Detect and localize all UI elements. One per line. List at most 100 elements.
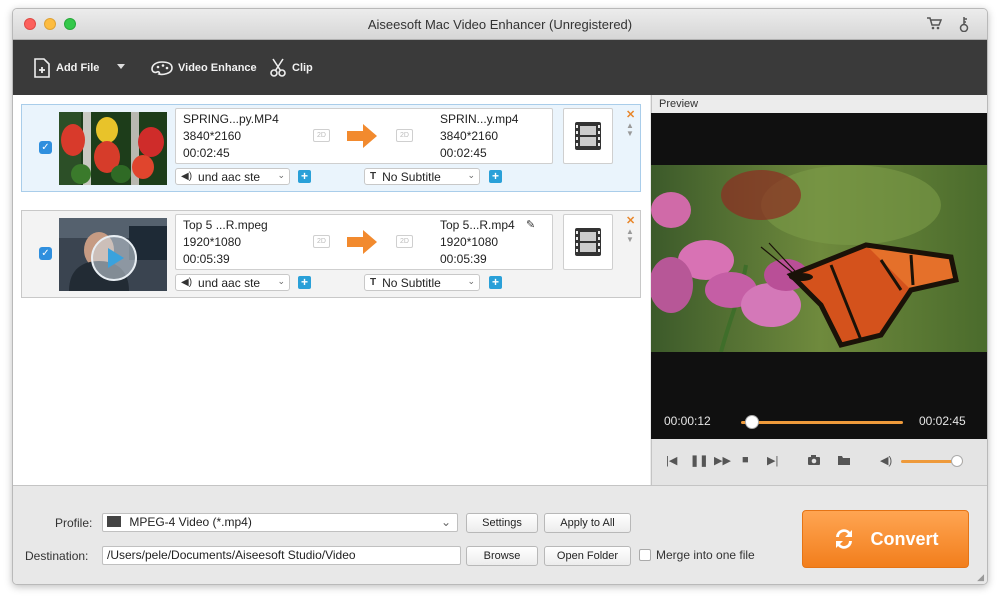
profile-label: Profile:	[55, 516, 93, 530]
fast-forward-icon[interactable]: ▶▶	[714, 454, 731, 467]
add-file-dropdown-icon[interactable]	[117, 64, 125, 69]
speaker-icon: ◀)	[181, 171, 193, 182]
output-resolution: 1920*1080	[440, 235, 499, 249]
add-subtitle-button[interactable]: +	[489, 276, 502, 289]
convert-arrow-icon	[347, 124, 377, 148]
output-resolution: 3840*2160	[440, 129, 499, 143]
settings-button[interactable]: Settings	[466, 513, 538, 533]
source-resolution: 3840*2160	[183, 129, 242, 143]
total-time: 00:02:45	[919, 414, 966, 428]
skip-forward-icon[interactable]: ▶|	[767, 454, 778, 467]
chevron-down-icon: ⌄	[277, 276, 285, 286]
clip-button[interactable]: Clip	[269, 56, 313, 80]
subtitle-value: No Subtitle	[382, 275, 441, 290]
resize-grip-icon[interactable]: ◢	[977, 572, 984, 583]
file-checkbox[interactable]: ✓	[39, 141, 52, 154]
output-2d-badge: 2D	[396, 235, 413, 248]
seek-bar[interactable]	[741, 421, 903, 424]
preview-label: Preview	[651, 95, 987, 113]
add-audio-button[interactable]: +	[298, 170, 311, 183]
video-format-icon	[107, 516, 121, 527]
text-icon: T	[370, 171, 377, 182]
destination-label: Destination:	[25, 549, 89, 563]
source-file-name: SPRING...py.MP4	[183, 112, 279, 126]
profile-select[interactable]: MPEG-4 Video (*.mp4) ⌄	[102, 513, 458, 532]
source-duration: 00:02:45	[183, 146, 230, 160]
output-duration: 00:05:39	[440, 252, 487, 266]
remove-file-icon[interactable]: ✕	[626, 108, 635, 121]
palette-icon	[151, 61, 173, 76]
audio-track-value: und aac ste	[198, 275, 261, 290]
output-duration: 00:02:45	[440, 146, 487, 160]
scissors-icon	[270, 58, 286, 77]
convert-icon	[836, 529, 853, 549]
convert-arrow-icon	[347, 230, 377, 254]
output-format-button[interactable]	[563, 214, 613, 270]
snapshot-icon[interactable]	[807, 454, 821, 469]
preview-video[interactable]: 00:00:12 00:02:45	[651, 113, 987, 439]
preview-frame	[651, 165, 987, 352]
file-checkbox[interactable]: ✓	[39, 247, 52, 260]
destination-field[interactable]: /Users/pele/Documents/Aiseesoft Studio/V…	[102, 546, 461, 565]
file-list: ✓ SPRING...py.MP4 3840*2160 00:02:45 2D …	[13, 95, 650, 485]
open-folder-button[interactable]: Open Folder	[544, 546, 631, 566]
seek-handle[interactable]	[745, 415, 760, 429]
key-icon[interactable]	[955, 16, 973, 34]
file-info-box: Top 5 ...R.mpeg 1920*1080 00:05:39 2D 2D…	[175, 214, 553, 270]
add-audio-button[interactable]: +	[298, 276, 311, 289]
audio-track-select[interactable]: ◀) und aac ste ⌄	[175, 168, 290, 185]
source-duration: 00:05:39	[183, 252, 230, 266]
merge-checkbox[interactable]	[639, 549, 651, 561]
audio-track-select[interactable]: ◀) und aac ste ⌄	[175, 274, 290, 291]
convert-button[interactable]: Convert	[802, 510, 969, 568]
subtitle-value: No Subtitle	[382, 169, 441, 184]
browse-button[interactable]: Browse	[466, 546, 538, 566]
current-time: 00:00:12	[664, 414, 711, 428]
reorder-icon[interactable]: ▲ ▼	[626, 122, 634, 138]
app-window: Aiseesoft Mac Video Enhancer (Unregister…	[12, 8, 988, 585]
speaker-icon: ◀)	[181, 277, 193, 288]
add-file-button[interactable]: Add File	[33, 56, 99, 80]
skip-back-icon[interactable]: |◀	[666, 454, 677, 467]
volume-handle[interactable]	[950, 455, 963, 467]
chevron-down-icon: ⌄	[440, 515, 451, 529]
film-icon	[575, 122, 601, 150]
film-icon	[575, 228, 601, 256]
toolbar: Add File Video Enhance Clip	[13, 40, 987, 95]
file-info-box: SPRING...py.MP4 3840*2160 00:02:45 2D 2D…	[175, 108, 553, 164]
volume-icon[interactable]: ◀)	[880, 454, 892, 467]
subtitle-select[interactable]: T No Subtitle ⌄	[364, 168, 480, 185]
subtitle-select[interactable]: T No Subtitle ⌄	[364, 274, 480, 291]
file-item[interactable]: ✓ Top 5 ...R.mpeg 1920*1080 00:05:39 2D	[21, 210, 641, 298]
video-thumbnail[interactable]	[59, 218, 167, 291]
output-format-button[interactable]	[563, 108, 613, 164]
video-enhance-button[interactable]: Video Enhance	[151, 56, 257, 80]
source-resolution: 1920*1080	[183, 235, 242, 249]
file-item[interactable]: ✓ SPRING...py.MP4 3840*2160 00:02:45 2D …	[21, 104, 641, 192]
video-thumbnail[interactable]	[59, 112, 167, 185]
stop-icon[interactable]: ■	[742, 454, 749, 466]
source-file-name: Top 5 ...R.mpeg	[183, 218, 268, 232]
output-file-name: Top 5...R.mp4	[440, 218, 515, 232]
folder-icon[interactable]	[837, 454, 851, 469]
reorder-icon[interactable]: ▲ ▼	[626, 228, 634, 244]
add-file-label: Add File	[56, 62, 100, 74]
source-2d-badge: 2D	[313, 129, 330, 142]
output-file-name: SPRIN...y.mp4	[440, 112, 519, 126]
output-2d-badge: 2D	[396, 129, 413, 142]
pause-icon[interactable]: ❚❚	[690, 454, 708, 467]
edit-pencil-icon[interactable]: ✎	[526, 218, 535, 231]
cart-icon[interactable]	[925, 16, 943, 34]
convert-label: Convert	[870, 528, 939, 549]
apply-to-all-button[interactable]: Apply to All	[544, 513, 631, 533]
video-enhance-label: Video Enhance	[178, 62, 257, 74]
merge-label: Merge into one file	[656, 548, 755, 562]
profile-value: MPEG-4 Video (*.mp4)	[129, 515, 252, 529]
window-title: Aiseesoft Mac Video Enhancer (Unregister…	[367, 17, 633, 32]
chevron-down-icon: ⌄	[467, 170, 475, 180]
text-icon: T	[370, 277, 377, 288]
bottom-panel: Profile: MPEG-4 Video (*.mp4) ⌄ Settings…	[13, 485, 987, 584]
audio-track-value: und aac ste	[198, 169, 261, 184]
add-subtitle-button[interactable]: +	[489, 170, 502, 183]
remove-file-icon[interactable]: ✕	[626, 214, 635, 227]
